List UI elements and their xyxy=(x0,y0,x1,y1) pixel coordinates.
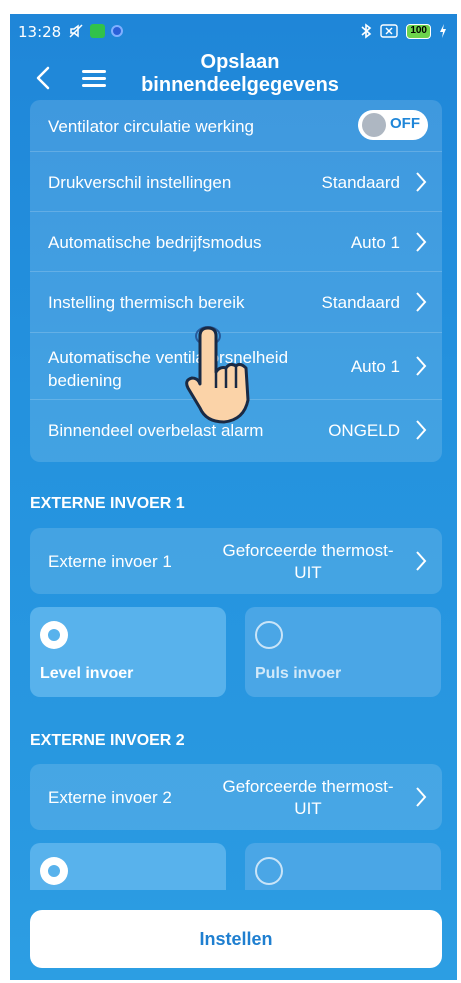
settings-row-auto-mode[interactable]: Automatische bedrijfsmodus Auto 1 xyxy=(30,212,442,272)
external-input-1-value-line1: Geforceerde thermost- xyxy=(222,541,394,560)
settings-row-label: Automatische bedrijfsmodus xyxy=(48,233,262,252)
charging-icon xyxy=(440,24,446,38)
settings-row-pressure-difference[interactable]: Drukverschil instellingen Standaard xyxy=(30,152,442,212)
status-bar: 13:28 100 xyxy=(10,14,457,48)
chevron-right-icon xyxy=(416,232,427,252)
fan-circulation-toggle[interactable]: OFF xyxy=(358,110,428,140)
battery-icon: 100 xyxy=(406,23,431,39)
instellen-button[interactable]: Instellen xyxy=(30,910,442,968)
section-title-external-input-1: EXTERNE INVOER 1 xyxy=(30,495,185,512)
bottom-bar: Instellen xyxy=(10,890,457,980)
bluetooth-icon xyxy=(361,23,372,39)
external-input-1-label: Externe invoer 1 xyxy=(48,552,172,571)
no-sim-icon xyxy=(380,24,399,38)
page-title-line2: binnendeelgegevens xyxy=(141,74,339,96)
settings-row-label: Ventilator circulatie werking xyxy=(48,117,254,136)
settings-row-fan-circulation[interactable]: Ventilator circulatie werking OFF xyxy=(30,100,442,152)
external-input-2-value-line1: Geforceerde thermost- xyxy=(222,777,394,796)
external-input-2-label: Externe invoer 2 xyxy=(48,788,172,807)
settings-row-value: Auto 1 xyxy=(350,357,400,376)
external-input-2-value: Geforceerde thermost- UIT xyxy=(210,776,406,820)
option-label: Level invoer xyxy=(40,665,134,682)
settings-row-value: ONGELD xyxy=(328,421,400,440)
option-puls-invoer-1[interactable]: Puls invoer xyxy=(245,607,441,697)
app-notification-icon xyxy=(90,24,105,38)
page-title: Opslaan binnendeelgegevens xyxy=(120,48,360,97)
chevron-right-icon xyxy=(416,292,427,312)
settings-row-label: Instelling thermisch bereik xyxy=(48,293,245,312)
settings-row-value: Standaard xyxy=(321,173,400,192)
external-input-2-row[interactable]: Externe invoer 2 Geforceerde thermost- U… xyxy=(30,764,442,830)
mute-icon xyxy=(69,24,83,38)
section-title-external-input-2: EXTERNE INVOER 2 xyxy=(30,732,185,749)
chevron-right-icon xyxy=(416,172,427,192)
tap-hand-icon xyxy=(185,326,250,424)
toggle-state-label: OFF xyxy=(390,115,420,132)
app-screen: 13:28 100 Opslaan binnendeelgegevens Ven… xyxy=(10,14,457,980)
external-input-1-value: Geforceerde thermost- UIT xyxy=(210,540,406,584)
hamburger-menu-icon[interactable] xyxy=(82,70,112,92)
radio-selected-icon[interactable] xyxy=(40,857,68,885)
app-header: Opslaan binnendeelgegevens xyxy=(10,48,457,108)
settings-row-label: Drukverschil instellingen xyxy=(48,173,232,192)
radio-selected-icon[interactable] xyxy=(40,621,68,649)
chevron-right-icon xyxy=(416,551,427,571)
shield-notification-icon xyxy=(111,25,123,37)
status-icons-left xyxy=(68,23,123,39)
option-level-invoer-1[interactable]: Level invoer xyxy=(30,607,226,697)
settings-row-value: Auto 1 xyxy=(350,233,400,252)
chevron-right-icon xyxy=(416,787,427,807)
chevron-left-icon[interactable] xyxy=(30,58,56,98)
radio-unselected-icon[interactable] xyxy=(255,857,283,885)
option-label: Puls invoer xyxy=(255,665,342,682)
chevron-right-icon xyxy=(416,420,427,440)
radio-unselected-icon[interactable] xyxy=(255,621,283,649)
external-input-1-row[interactable]: Externe invoer 1 Geforceerde thermost- U… xyxy=(30,528,442,594)
chevron-right-icon xyxy=(416,356,427,376)
page-title-line1: Opslaan xyxy=(200,51,280,73)
external-input-1-value-line2: UIT xyxy=(294,563,322,582)
status-time: 13:28 xyxy=(18,23,62,41)
external-input-2-value-line2: UIT xyxy=(294,799,322,818)
status-icons-right: 100 xyxy=(360,23,447,39)
toggle-knob xyxy=(362,113,386,137)
settings-row-value: Standaard xyxy=(321,293,400,312)
